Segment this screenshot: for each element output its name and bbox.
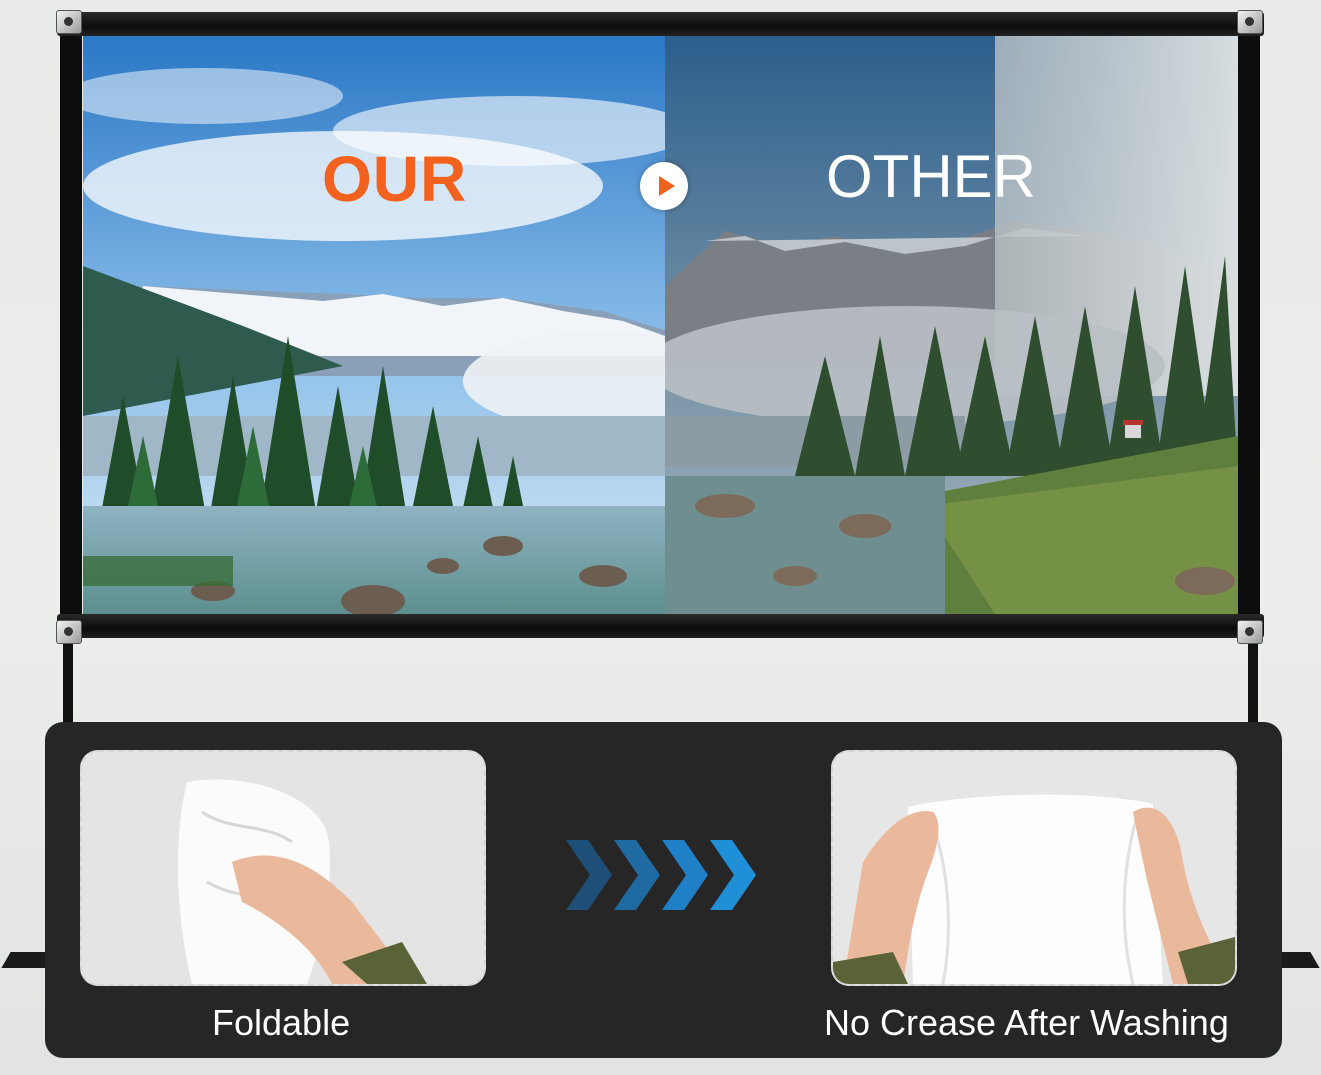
frame-clip-top-right	[1237, 10, 1263, 34]
foldable-photo	[80, 750, 486, 986]
our-label: OUR	[322, 143, 468, 215]
frame-top-bar	[57, 12, 1264, 36]
foldable-caption: Foldable	[212, 1002, 351, 1043]
play-icon	[640, 162, 688, 210]
no-crease-caption: No Crease After Washing	[824, 1002, 1229, 1043]
frame-right-side	[1238, 12, 1260, 640]
frame-left-side	[60, 12, 82, 640]
projection-picture	[83, 36, 1238, 614]
other-label: OTHER	[826, 143, 1036, 210]
our-side-image	[83, 36, 665, 614]
no-crease-photo	[831, 750, 1237, 986]
frame-clip-top-left	[56, 10, 82, 34]
frame-bottom-bar	[57, 614, 1264, 638]
frame-clip-bottom-left	[56, 620, 82, 644]
frame-clip-bottom-right	[1237, 620, 1263, 644]
chevrons-right-icon	[566, 840, 756, 910]
other-side-image	[665, 36, 1238, 614]
